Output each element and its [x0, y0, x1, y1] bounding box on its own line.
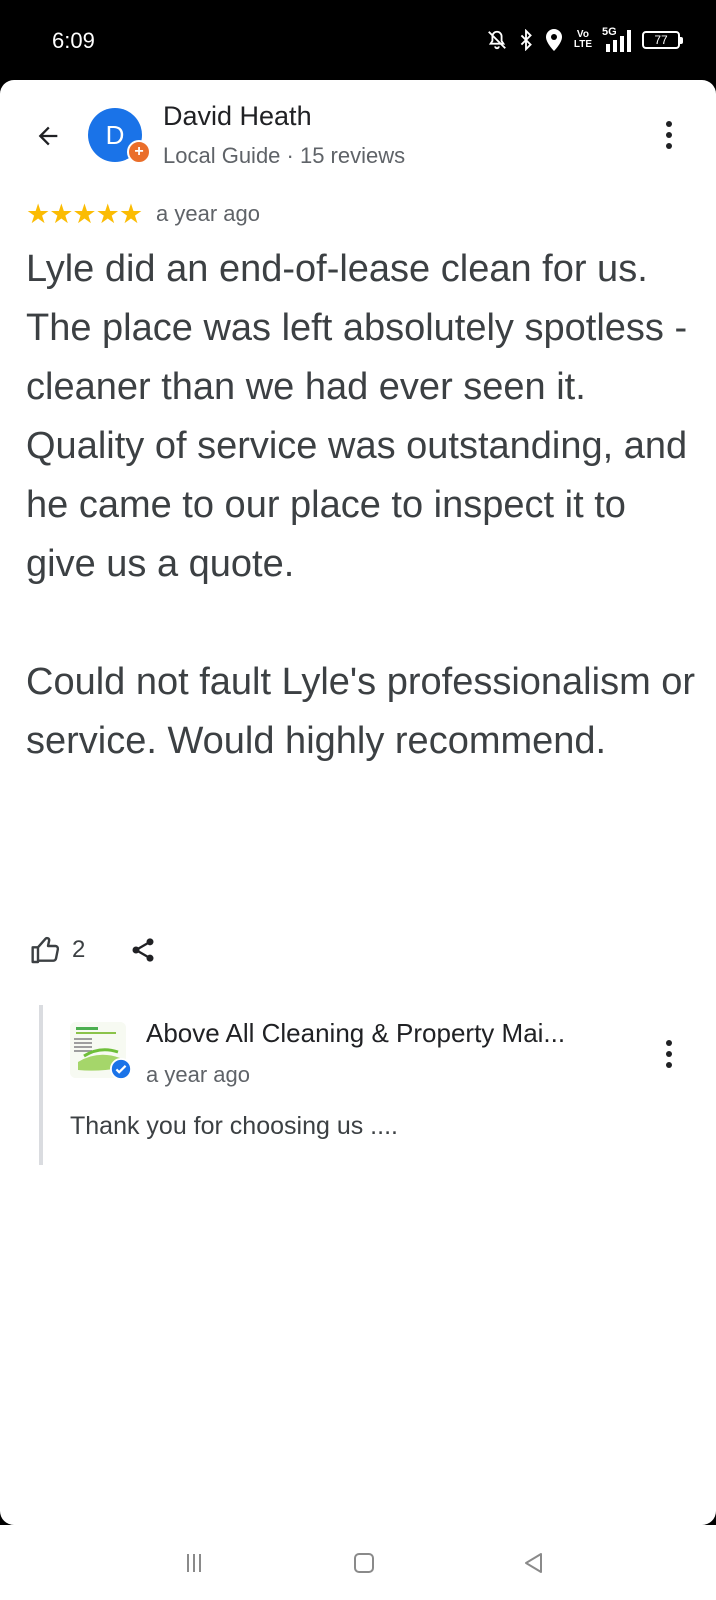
star-rating: ★★★★★	[26, 199, 143, 229]
volte-bottom: LTE	[573, 39, 592, 50]
back-button[interactable]	[30, 118, 66, 154]
owner-name[interactable]: Above All Cleaning & Property Mai...	[146, 1018, 626, 1049]
local-guide-badge-icon: +	[127, 140, 151, 164]
status-bar: 6:09 Vo LTE 5G 77	[0, 0, 716, 82]
volte-icon: Vo LTE	[574, 30, 592, 50]
share-icon	[132, 938, 154, 962]
arrow-back-icon	[38, 126, 58, 146]
system-back-button[interactable]	[514, 1545, 554, 1581]
share-button[interactable]	[129, 936, 157, 964]
review-time: a year ago	[156, 201, 260, 226]
thumb-up-icon	[31, 936, 60, 964]
battery-icon: 77	[642, 31, 683, 49]
owner-reply-time: a year ago	[146, 1062, 250, 1087]
signal-icon: 5G	[602, 26, 632, 52]
bluetooth-icon	[518, 29, 534, 51]
review-text: Lyle did an end-of-lease clean for us. T…	[26, 248, 696, 762]
home-square-icon	[354, 1553, 374, 1573]
like-count: 2	[72, 936, 86, 963]
recents-button[interactable]	[174, 1545, 214, 1581]
reviewer-name[interactable]: David Heath	[163, 101, 312, 132]
verified-icon	[110, 1058, 132, 1080]
reviewer-meta: Local Guide · 15 reviews	[163, 143, 406, 168]
mute-icon	[486, 29, 508, 51]
status-icons: Vo LTE 5G 77	[486, 26, 683, 54]
reply-divider	[39, 1005, 43, 1165]
back-triangle-icon	[525, 1553, 542, 1573]
status-time: 6:09	[52, 28, 95, 53]
like-button[interactable]: 2	[30, 934, 85, 966]
review-actions: 2	[30, 930, 157, 970]
rating-row: ★★★★★ a year ago	[26, 197, 260, 231]
location-icon	[544, 28, 564, 52]
owner-reply-text: Thank you for choosing us ....	[70, 1112, 398, 1140]
more-vert-icon	[666, 1040, 672, 1046]
more-vert-icon	[666, 121, 672, 127]
system-nav-bar	[0, 1525, 716, 1600]
reply-more-options-button[interactable]	[654, 1034, 684, 1074]
home-button[interactable]	[344, 1545, 384, 1581]
more-options-button[interactable]	[654, 115, 684, 155]
menu-lines-icon	[187, 1554, 201, 1572]
